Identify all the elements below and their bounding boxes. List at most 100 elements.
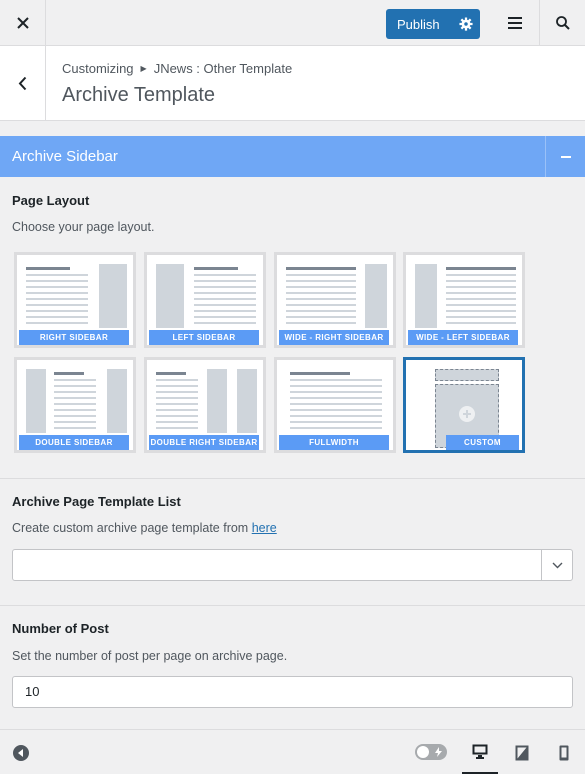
preview-line [54, 415, 96, 417]
preview-line [194, 316, 256, 318]
collapse-sidebar-icon [13, 745, 29, 761]
preview-sidebar [107, 369, 127, 433]
preview-line [156, 403, 198, 405]
layout-option-custom[interactable]: CUSTOM [403, 357, 525, 453]
preview-line [26, 298, 88, 300]
preview-line [446, 280, 516, 282]
number-of-post-description: Set the number of post per page on archi… [12, 649, 288, 663]
breadcrumb-root: Customizing [62, 61, 134, 76]
section-header: Customizing ▶ JNews : Other Template Arc… [0, 46, 585, 121]
preview-line [194, 292, 256, 294]
layout-option-right-sidebar[interactable]: RIGHT SIDEBAR [14, 252, 136, 348]
preview-line [54, 409, 96, 411]
chevron-left-icon [18, 76, 27, 90]
preview-sidebar [26, 369, 46, 433]
preview-sidebar [237, 369, 257, 433]
layout-option-label: RIGHT SIDEBAR [19, 330, 129, 345]
layout-option-fullwidth[interactable]: FULLWIDTH [274, 357, 396, 453]
preview-line [194, 298, 256, 300]
lightning-icon [435, 747, 442, 757]
layout-option-left-sidebar[interactable]: LEFT SIDEBAR [144, 252, 266, 348]
panel-title: Archive Sidebar [12, 148, 118, 165]
gear-icon [458, 17, 473, 31]
preview-mobile-button[interactable] [546, 730, 582, 774]
preview-line [286, 304, 356, 306]
layout-option-double-right-sidebar[interactable]: DOUBLE RIGHT SIDEBAR [144, 357, 266, 453]
preview-line [26, 274, 88, 276]
panel-header[interactable]: Archive Sidebar [0, 136, 585, 177]
preview-line [290, 379, 382, 381]
preview-line [286, 310, 356, 312]
search-icon [555, 16, 570, 30]
page-layout-title: Page Layout [12, 193, 90, 208]
toggle-switch[interactable] [415, 744, 447, 760]
toggle-icon [417, 746, 429, 758]
template-list-description: Create custom archive page template from… [12, 521, 277, 535]
preview-line [194, 310, 256, 312]
preview-line [26, 316, 88, 318]
close-button[interactable] [0, 0, 46, 46]
number-of-post-title: Number of Post [12, 621, 109, 636]
preview-line [446, 274, 516, 276]
mobile-icon [559, 745, 569, 760]
preview-line [290, 385, 382, 387]
preview-line [290, 397, 382, 399]
layout-option-label: FULLWIDTH [279, 435, 389, 450]
search-button[interactable] [539, 0, 585, 46]
preview-line [26, 304, 88, 306]
preview-line [156, 391, 198, 393]
preview-line [286, 274, 356, 276]
preview-sidebar [415, 264, 437, 328]
publish-button[interactable]: Publish [386, 17, 451, 32]
select-arrow-button[interactable] [541, 550, 572, 580]
preview-desktop-button[interactable] [462, 730, 498, 774]
preview-line [194, 280, 256, 282]
preview-line [446, 322, 516, 324]
layout-option-wide-left-sidebar[interactable]: WIDE - LEFT SIDEBAR [403, 252, 525, 348]
layout-option-label: WIDE - LEFT SIDEBAR [408, 330, 518, 345]
preview-line [54, 403, 96, 405]
layout-option-label: CUSTOM [446, 435, 519, 450]
preview-line [286, 322, 356, 324]
preview-tablet-button[interactable] [504, 730, 540, 774]
back-button[interactable] [0, 46, 46, 120]
preview-heading [446, 267, 516, 270]
tablet-icon [515, 745, 529, 760]
preview-line [290, 409, 382, 411]
layout-option-wide-right-sidebar[interactable]: WIDE - RIGHT SIDEBAR [274, 252, 396, 348]
publish-button-group: Publish [386, 9, 480, 39]
preview-line [54, 379, 96, 381]
close-icon [16, 17, 29, 29]
preview-line [54, 397, 96, 399]
breadcrumb-separator-icon: ▶ [140, 64, 147, 73]
customizer-footer [0, 729, 585, 774]
preview-line [446, 298, 516, 300]
preview-line [446, 292, 516, 294]
panel-collapse-button[interactable] [545, 136, 585, 177]
desktop-icon [472, 744, 488, 759]
layout-option-label: DOUBLE SIDEBAR [19, 435, 129, 450]
preview-line [446, 316, 516, 318]
layout-option-double-sidebar[interactable]: DOUBLE SIDEBAR [14, 357, 136, 453]
preview-line [54, 421, 96, 423]
preview-sidebar [156, 264, 184, 328]
here-link[interactable]: here [252, 521, 277, 535]
preview-line [194, 322, 256, 324]
template-list-select[interactable] [12, 549, 573, 581]
preview-line [54, 385, 96, 387]
template-list-description-text: Create custom archive page template from [12, 521, 249, 535]
preview-sidebar [99, 264, 127, 328]
preview-line [286, 298, 356, 300]
plus-circle-icon [459, 406, 475, 422]
preview-heading [286, 267, 356, 270]
preview-heading [54, 372, 84, 375]
preview-line [446, 304, 516, 306]
menu-button[interactable] [492, 0, 538, 46]
preview-line [290, 391, 382, 393]
layout-option-label: DOUBLE RIGHT SIDEBAR [149, 435, 259, 450]
number-of-post-input[interactable]: 10 [12, 676, 573, 708]
publish-settings-button[interactable] [451, 9, 480, 39]
collapse-sidebar-button[interactable] [12, 744, 30, 767]
preview-line [290, 427, 382, 429]
page-title: Archive Template [62, 84, 216, 106]
